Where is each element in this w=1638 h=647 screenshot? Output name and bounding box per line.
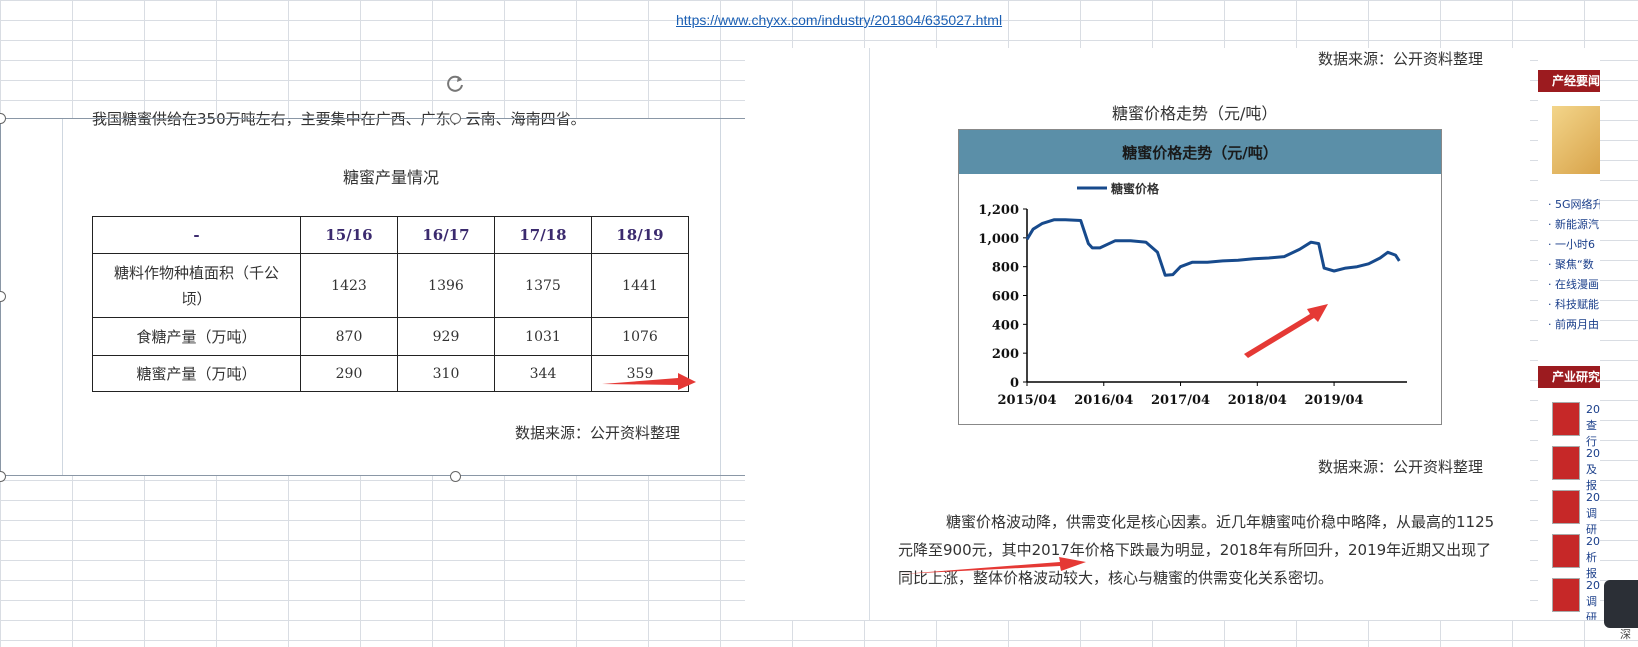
right-source-note-top: 数据来源：公开资料整理	[1318, 50, 1484, 68]
sidebar-news-link-text: 科技赋能	[1555, 298, 1599, 311]
red-arrow-icon	[902, 557, 1086, 574]
table-cell: 糖料作物种植面积（千公顷）	[92, 253, 301, 318]
sidebar-news-link-text: 前两月由	[1555, 318, 1599, 331]
x-tick-label: 2015/04	[997, 393, 1056, 408]
table-title: 糖蜜产量情况	[343, 168, 440, 187]
y-tick-label: 0	[1010, 376, 1019, 391]
report-link[interactable]: 202 及报	[1586, 446, 1600, 494]
report-link-line: 调研	[1586, 595, 1597, 620]
report-link-line: 202	[1586, 447, 1600, 460]
chart-title: 糖蜜价格走势（元/吨）	[959, 130, 1441, 174]
floating-tool-button[interactable]	[1604, 580, 1638, 628]
report-cover-icon[interactable]	[1552, 490, 1580, 524]
x-tick-label: 2016/04	[1074, 393, 1133, 408]
red-arrow-icon	[1244, 304, 1328, 358]
report-link-line: 查行	[1586, 419, 1597, 448]
report-link-line: 及报	[1586, 463, 1597, 492]
sidebar-section-title[interactable]: 产业研究	[1538, 366, 1600, 388]
article-paragraph: 糖蜜价格波动降，供需变化是核心因素。近几年糖蜜吨价稳中略降，从最高的1125元降…	[898, 513, 1495, 587]
report-cover-icon[interactable]	[1552, 534, 1580, 568]
page-margin-line	[62, 118, 63, 476]
table-row: 食糖产量（万吨） 870 929 1031 1076	[92, 317, 689, 356]
y-tick-label: 600	[992, 290, 1019, 305]
table-cell: 1423	[300, 253, 398, 318]
y-tick-label: 200	[992, 347, 1019, 362]
sidebar-news-link-text: 聚焦“数	[1555, 258, 1594, 271]
y-tick-label: 400	[992, 318, 1019, 333]
report-link-line: 202	[1586, 491, 1600, 504]
sidebar-news-link-text: 一小时6	[1555, 238, 1595, 251]
table-cell: 929	[397, 317, 495, 356]
sidebar-section-title[interactable]: 产经要闻	[1538, 70, 1600, 92]
legend-label: 糖蜜价格	[1111, 181, 1160, 196]
table-cell: 870	[300, 317, 398, 356]
table-header-cell: 18/19	[591, 216, 689, 254]
report-link[interactable]: 202 调研	[1586, 490, 1600, 538]
page-margin-line	[720, 118, 721, 476]
left-source-note: 数据来源：公开资料整理	[515, 424, 681, 442]
table-header-row: - 15/16 16/17 17/18 18/19	[92, 216, 689, 254]
x-tick-label: 2017/04	[1151, 393, 1210, 408]
table-cell: 1375	[494, 253, 592, 318]
price-chart: 糖蜜价格走势（元/吨） 糖蜜价格 0 200 400 600 800 1,000 1,200…	[958, 129, 1442, 425]
report-cover-icon[interactable]	[1552, 402, 1580, 436]
table-cell: 344	[494, 355, 592, 392]
article-sidebar: 产经要闻 · 5G网络升 · 新能源汽 · 一小时6 · 聚焦“数 · 在线漫画…	[1538, 48, 1600, 620]
report-link-line: 调研	[1586, 507, 1597, 536]
sidebar-news-link-text: 新能源汽	[1555, 218, 1599, 231]
table-cell: 310	[397, 355, 495, 392]
y-tick-label: 1,000	[978, 232, 1019, 247]
sidebar-news-link[interactable]: · 在线漫画	[1548, 276, 1599, 292]
table-cell: 1076	[591, 317, 689, 356]
table-header-cell: -	[92, 216, 301, 254]
y-tick-label: 800	[992, 261, 1019, 276]
resize-handle[interactable]	[450, 471, 461, 482]
floating-tool-label: 深	[1620, 628, 1631, 641]
price-series-line	[1025, 218, 1401, 277]
sidebar-news-link[interactable]: · 前两月由	[1548, 316, 1599, 332]
report-cover-icon[interactable]	[1552, 446, 1580, 480]
resize-handle[interactable]	[450, 113, 461, 124]
report-link[interactable]: 202 析报	[1586, 534, 1600, 582]
report-link[interactable]: 202 查行	[1586, 402, 1600, 450]
report-cover-icon[interactable]	[1552, 578, 1580, 612]
x-tick-label: 2019/04	[1305, 393, 1364, 408]
table-cell: 1396	[397, 253, 495, 318]
sidebar-news-link-text: 在线漫画	[1555, 278, 1599, 291]
x-tick-label: 2018/04	[1228, 393, 1287, 408]
table-row: 糖料作物种植面积（千公顷） 1423 1396 1375 1441	[92, 253, 689, 318]
sidebar-news-link[interactable]: · 一小时6	[1548, 236, 1595, 252]
page-margin-line	[869, 48, 870, 620]
intro-text: 我国糖蜜供给在350万吨左右，主要集中在广西、广东、云南、海南四省。	[92, 110, 586, 128]
report-link[interactable]: 202 调研	[1586, 578, 1600, 620]
report-link-line: 202	[1586, 579, 1600, 592]
table-cell: 糖蜜产量（万吨）	[92, 355, 301, 392]
table-header-cell: 17/18	[494, 216, 592, 254]
sidebar-news-link[interactable]: · 聚焦“数	[1548, 256, 1594, 272]
report-link-line: 析报	[1586, 551, 1597, 580]
sidebar-news-link[interactable]: · 5G网络升	[1548, 196, 1600, 212]
table-header-cell: 16/17	[397, 216, 495, 254]
table-cell: 1441	[591, 253, 689, 318]
news-thumbnail[interactable]	[1552, 106, 1600, 174]
rotate-handle-icon[interactable]	[444, 72, 466, 94]
sidebar-news-link[interactable]: · 科技赋能	[1548, 296, 1599, 312]
production-table: - 15/16 16/17 17/18 18/19 糖料作物种植面积（千公顷） …	[92, 216, 689, 392]
red-arrow-icon	[602, 373, 696, 390]
chart-plot: 糖蜜价格 0 200 400 600 800 1,000 1,200 2015/04 2016/…	[978, 181, 1407, 408]
report-link-line: 202	[1586, 535, 1600, 548]
right-source-note-bottom: 数据来源：公开资料整理	[1318, 458, 1484, 476]
sidebar-news-link-text: 5G网络升	[1555, 198, 1600, 211]
table-header-cell: 15/16	[300, 216, 398, 254]
report-link-line: 202	[1586, 403, 1600, 416]
table-cell: 290	[300, 355, 398, 392]
sidebar-news-link[interactable]: · 新能源汽	[1548, 216, 1599, 232]
chart-caption: 糖蜜价格走势（元/吨）	[1112, 104, 1278, 123]
table-cell: 1031	[494, 317, 592, 356]
source-url-link[interactable]: https://www.chyxx.com/industry/201804/63…	[676, 12, 1002, 28]
table-cell: 食糖产量（万吨）	[92, 317, 301, 356]
y-tick-label: 1,200	[978, 203, 1019, 218]
